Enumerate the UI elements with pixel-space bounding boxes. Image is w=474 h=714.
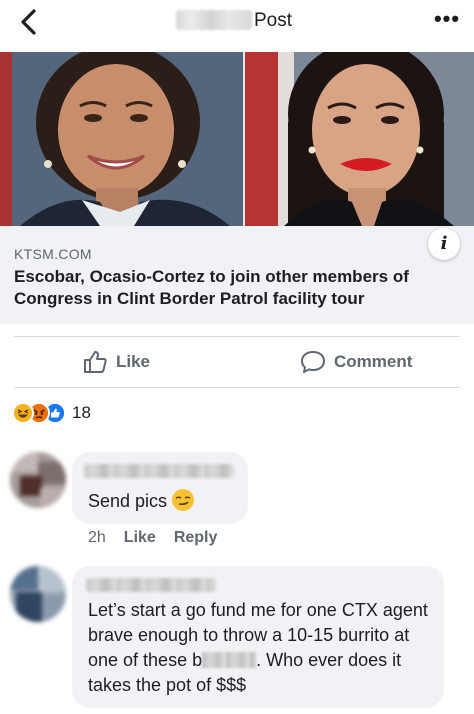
chevron-left-icon: [21, 9, 36, 35]
comment-bubble[interactable]: Send pics: [72, 452, 248, 524]
like-button-label: Like: [116, 352, 151, 371]
comment-text: Send pics: [88, 488, 195, 514]
reaction-count: 18: [72, 403, 91, 422]
link-title[interactable]: Escobar, Ocasio-Cortez to join other mem…: [14, 266, 454, 310]
comment-button[interactable]: Comment: [300, 340, 412, 384]
redacted-commenter-name: [86, 578, 216, 592]
avatar[interactable]: [10, 452, 66, 508]
page-title: Post: [254, 10, 293, 31]
comment-text: Let’s start a go fund me for one CTX age…: [88, 600, 428, 695]
reaction-summary[interactable]: 18: [12, 402, 91, 424]
more-dots-icon[interactable]: •••: [430, 8, 464, 32]
link-preview-image[interactable]: [0, 52, 474, 226]
link-preview-meta[interactable]: i KTSM.COM Escobar, Ocasio-Cortez to joi…: [0, 226, 474, 324]
photo-person-right: [244, 52, 474, 226]
info-icon[interactable]: i: [428, 228, 460, 260]
divider: [14, 387, 460, 388]
comment-like-button[interactable]: Like: [124, 529, 156, 547]
redacted-poster-name: [176, 10, 252, 30]
link-domain: KTSM.COM: [14, 246, 92, 262]
photo-divider: [243, 52, 245, 226]
post-header: Post •••: [0, 0, 474, 46]
redacted-word: [202, 652, 257, 668]
comment-icon: [301, 351, 325, 373]
comment-actions: 2h Like Reply: [88, 529, 217, 547]
comment-button-label: Comment: [334, 352, 413, 371]
avatar[interactable]: [10, 566, 66, 622]
divider: [14, 336, 460, 337]
photo-person-left: [0, 52, 244, 226]
smirk-emoji-icon: [171, 488, 195, 512]
like-button[interactable]: Like: [82, 340, 150, 384]
back-button[interactable]: [14, 6, 46, 38]
thumbs-up-icon: [84, 351, 107, 373]
comment-reply-button[interactable]: Reply: [174, 529, 218, 547]
comment-bubble[interactable]: Let’s start a go fund me for one CTX age…: [72, 566, 444, 708]
haha-reaction-icon: [12, 402, 34, 424]
comment-timestamp: 2h: [88, 529, 106, 546]
redacted-commenter-name: [84, 464, 234, 478]
